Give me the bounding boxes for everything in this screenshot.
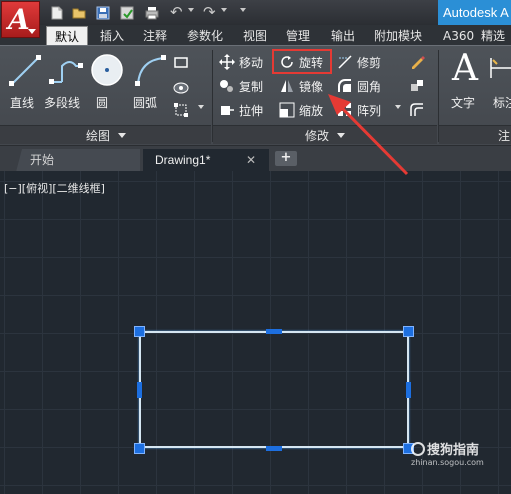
autocad-logo-icon: A <box>8 3 30 36</box>
watermark-name: 搜狗指南 <box>427 443 480 458</box>
chevron-down-icon <box>28 29 36 34</box>
autocad-window: ↶ ↷ Autodesk A A 默认 插入 注释 参数化 视图 管理 输出 附… <box>0 0 511 494</box>
annotation-arrow <box>328 94 409 176</box>
watermark-url: zhinan.sogou.com <box>411 458 484 467</box>
watermark-logo: 搜狗指南 <box>411 439 479 458</box>
sogou-logo-icon <box>411 442 425 456</box>
application-menu-button[interactable]: A <box>1 1 40 38</box>
